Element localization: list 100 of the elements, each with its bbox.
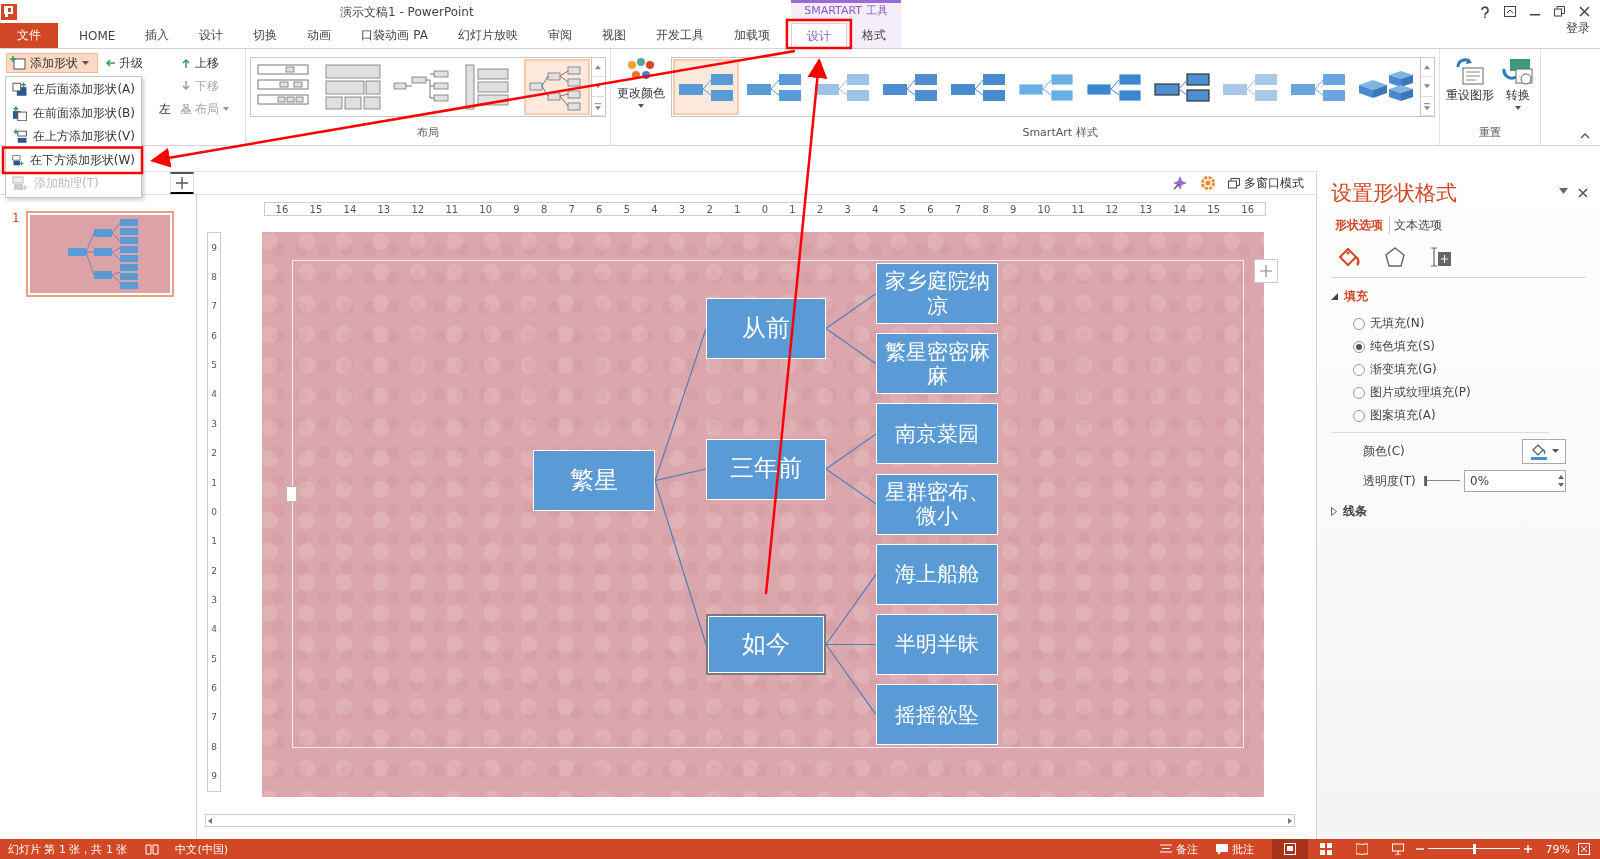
group-label: SmartArt 样式 — [1021, 125, 1099, 141]
slide-sorter-icon[interactable] — [1319, 843, 1332, 855]
ribbon-command[interactable]: 上移 — [178, 53, 232, 73]
ribbon-command[interactable]: 升级 — [102, 53, 146, 73]
spinner-icon[interactable] — [1557, 474, 1565, 488]
multi-window-button[interactable]: 多窗口模式 — [1228, 174, 1304, 192]
slideshow-icon[interactable] — [1391, 843, 1404, 855]
scrollbar[interactable] — [205, 814, 1295, 827]
ribbon-tab[interactable]: 格式 — [846, 23, 901, 48]
language-indicator[interactable]: 中文(中国) — [175, 841, 229, 857]
add-shape-button[interactable]: 添加形状 — [6, 53, 98, 73]
ribbon-button[interactable]: 转换 — [1500, 53, 1536, 125]
section-title[interactable]: 填充 — [1344, 288, 1368, 305]
ruler-number: 3 — [211, 595, 217, 605]
ribbon-tab[interactable]: 开发工具 — [640, 23, 719, 48]
add-shape-icon — [12, 176, 28, 192]
radio-label: 无填充(N) — [1370, 315, 1425, 332]
ribbon-tab[interactable]: HOME — [64, 23, 131, 48]
sparkle-icon[interactable] — [1172, 175, 1188, 191]
ribbon-tab[interactable]: 文件 — [0, 23, 58, 48]
new-tab-button[interactable] — [170, 172, 194, 194]
radio-button[interactable] — [1353, 409, 1365, 422]
down-arrow-icon — [181, 81, 191, 91]
window-title: 演示文稿1 - PowerPoint — [340, 4, 474, 21]
ribbon-options-icon[interactable] — [1504, 6, 1516, 17]
change-colors-button[interactable]: 更改颜色 — [615, 53, 667, 125]
zoom-in-icon[interactable] — [1523, 845, 1532, 853]
zoom-out-icon[interactable] — [1415, 845, 1424, 853]
scroll-right-icon[interactable] — [1286, 816, 1294, 825]
ruler-number: 0 — [761, 203, 768, 215]
connector-line — [825, 292, 877, 330]
style-option[interactable] — [673, 59, 739, 115]
help-icon[interactable] — [1480, 5, 1490, 18]
ribbon-tab[interactable]: 审阅 — [532, 23, 587, 48]
notes-button[interactable]: 备注 — [1159, 841, 1198, 857]
menu-item[interactable]: 在上方添加形状(V) — [6, 125, 141, 149]
gear-icon[interactable] — [1200, 175, 1216, 191]
normal-view-icon[interactable] — [1283, 843, 1296, 855]
fill-bucket-icon[interactable] — [1337, 246, 1361, 268]
collapse-ribbon-icon[interactable] — [1580, 133, 1590, 139]
sign-in-link[interactable]: 登录 — [1566, 20, 1590, 37]
collapse-triangle-icon[interactable] — [1331, 293, 1338, 300]
reading-view-icon[interactable] — [1355, 843, 1368, 855]
ribbon-command[interactable]: 左 — [156, 99, 174, 119]
restore-icon[interactable] — [1554, 6, 1565, 17]
scroll-left-icon[interactable] — [206, 816, 214, 825]
ruler-number: 15 — [309, 203, 323, 215]
expand-triangle-icon[interactable] — [1331, 507, 1337, 516]
ribbon-tab[interactable]: 加载项 — [718, 23, 785, 48]
zoom-level[interactable]: 79% — [1545, 842, 1570, 856]
transparency-field[interactable]: 0% — [1464, 470, 1566, 492]
comments-button[interactable]: 批注 — [1215, 841, 1254, 857]
ribbon-tab[interactable]: 动画 — [292, 23, 347, 48]
close-icon[interactable] — [1578, 188, 1588, 198]
pane-tab[interactable]: 形状选项 — [1331, 217, 1390, 234]
pentagon-icon[interactable] — [1383, 246, 1407, 268]
ribbon-tab[interactable]: 口袋动画 PA — [346, 23, 443, 48]
ribbon-tab[interactable]: 设计 — [790, 23, 847, 49]
radio-button[interactable] — [1353, 317, 1365, 330]
ribbon-button[interactable]: 重设图形 — [1444, 53, 1496, 125]
ribbon-tab[interactable]: 切换 — [238, 23, 293, 48]
pane-tab[interactable]: 文本选项 — [1390, 217, 1448, 234]
ruler-number: 8 — [211, 272, 217, 283]
color-picker-button[interactable] — [1522, 438, 1566, 464]
ruler-number: 6 — [927, 203, 934, 215]
menu-item[interactable]: 在下方添加形状(W) — [6, 148, 141, 172]
ruler-number: 14 — [1173, 203, 1187, 215]
fit-slide-icon[interactable] — [1578, 843, 1590, 855]
frame-handle[interactable] — [286, 486, 297, 502]
radio-button[interactable] — [1353, 340, 1365, 353]
slide-thumbnail[interactable] — [25, 211, 174, 297]
spellcheck-icon[interactable] — [145, 843, 160, 855]
ruler-number: 3 — [678, 203, 686, 215]
pane-title: 设置形状格式 — [1331, 180, 1457, 207]
section-title[interactable]: 线条 — [1343, 503, 1367, 520]
ruler-number: 6 — [211, 683, 217, 694]
menu-item[interactable]: 在前面添加形状(B) — [6, 101, 141, 125]
ribbon-tab[interactable]: 幻灯片放映 — [442, 23, 533, 48]
dropdown-icon[interactable] — [1559, 188, 1568, 194]
radio-button[interactable] — [1353, 386, 1365, 399]
menu-item[interactable]: 在后面添加形状(A) — [6, 78, 141, 102]
ruler-number: 8 — [982, 203, 989, 215]
radio-label: 渐变填充(G) — [1370, 361, 1437, 378]
layout-option[interactable] — [524, 59, 590, 115]
caret-icon — [1515, 106, 1521, 110]
ribbon-tab[interactable]: 视图 — [586, 23, 641, 48]
zoom-slider[interactable] — [1427, 844, 1520, 854]
slide-counter: 幻灯片 第 1 张，共 1 张 — [8, 841, 128, 857]
ruler-number: 4 — [651, 203, 658, 215]
ribbon-tab[interactable]: 插入 — [130, 23, 185, 48]
close-icon[interactable] — [1579, 6, 1590, 17]
size-position-icon[interactable] — [1429, 246, 1453, 268]
ribbon-tab[interactable]: 设计 — [184, 23, 239, 48]
radio-button[interactable] — [1353, 363, 1365, 376]
notes-icon — [1159, 844, 1172, 854]
plus-icon — [1260, 265, 1272, 277]
ruler-number: 2 — [211, 565, 217, 576]
transparency-slider[interactable] — [1423, 476, 1460, 486]
ruler-number: 9 — [211, 771, 217, 782]
ruler-number: 4 — [872, 203, 879, 215]
